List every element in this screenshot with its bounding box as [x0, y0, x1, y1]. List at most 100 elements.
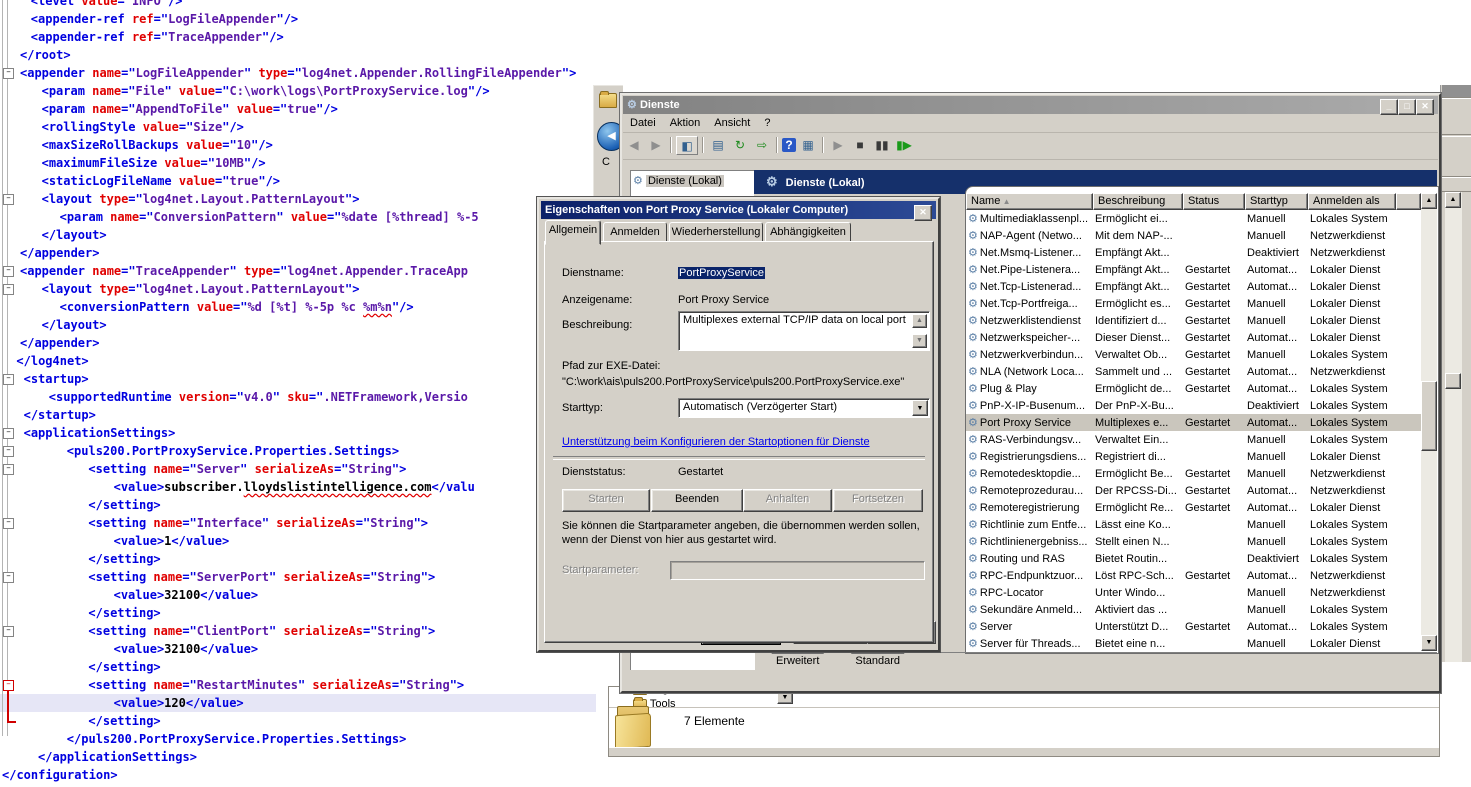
- menu-item-aktion[interactable]: Aktion: [663, 115, 708, 131]
- dialog-tab-allgemein[interactable]: Allgemein: [545, 220, 601, 245]
- code-line[interactable]: <setting name="RestartMinutes" serialize…: [0, 676, 596, 694]
- start-type-combobox[interactable]: Automatisch (Verzögerter Start) ▼: [678, 398, 930, 418]
- code-line[interactable]: </puls200.PortProxyService.Properties.Se…: [0, 730, 596, 748]
- fold-toggle-icon[interactable]: −: [3, 464, 14, 475]
- service-row[interactable]: ⚙Net.Msmq-Listener...Empfängt Akt...Deak…: [966, 244, 1421, 261]
- service-row[interactable]: ⚙Richtlinienergebniss...Stellt einen N..…: [966, 533, 1421, 550]
- view-tab-standard[interactable]: Standard: [841, 653, 914, 669]
- code-line[interactable]: <maximumFileSize value="10MB"/>: [0, 154, 596, 172]
- description-field[interactable]: Multiplexes external TCP/IP data on loca…: [678, 311, 930, 351]
- fold-toggle-icon[interactable]: −: [3, 446, 14, 457]
- code-line[interactable]: <appender-ref ref="TraceAppender"/>: [0, 28, 596, 46]
- code-line[interactable]: </applicationSettings>: [0, 748, 596, 766]
- fold-toggle-icon[interactable]: −: [3, 194, 14, 205]
- code-line[interactable]: <appender name="LogFileAppender" type="l…: [0, 64, 596, 82]
- starten-button[interactable]: Starten: [562, 489, 650, 512]
- column-header-status[interactable]: Status: [1183, 193, 1245, 210]
- service-row[interactable]: ⚙Server für Threads...Bietet eine n...Ma…: [966, 635, 1421, 652]
- code-line[interactable]: <value>1</value>: [0, 532, 596, 550]
- service-row[interactable]: ⚙Richtlinie zum Entfe...Lässt eine Ko...…: [966, 516, 1421, 533]
- service-row[interactable]: ⚙Port Proxy ServiceMultiplexes e...Gesta…: [966, 414, 1421, 431]
- code-line[interactable]: <rollingStyle value="Size"/>: [0, 118, 596, 136]
- code-line[interactable]: <puls200.PortProxyService.Properties.Set…: [0, 442, 596, 460]
- code-line[interactable]: <appender-ref ref="LogFileAppender"/>: [0, 10, 596, 28]
- code-line[interactable]: <layout type="log4net.Layout.PatternLayo…: [0, 280, 596, 298]
- code-line[interactable]: <value>32100</value>: [0, 640, 596, 658]
- service-row[interactable]: ⚙Net.Tcp-Listenerad...Empfängt Akt...Ges…: [966, 278, 1421, 295]
- start-service-icon[interactable]: ▶: [828, 136, 848, 154]
- code-line[interactable]: <setting name="ClientPort" serializeAs="…: [0, 622, 596, 640]
- fold-toggle-icon[interactable]: −: [3, 572, 14, 583]
- menu-item-datei[interactable]: Datei: [623, 115, 663, 131]
- code-line[interactable]: </root>: [0, 46, 596, 64]
- code-line[interactable]: <staticLogFileName value="true"/>: [0, 172, 596, 190]
- code-editor[interactable]: <level value="INFO"/><appender-ref ref="…: [0, 0, 596, 784]
- anhalten-button[interactable]: Anhalten: [743, 489, 832, 512]
- service-row[interactable]: ⚙Net.Tcp-Portfreiga...Ermöglicht es...Ge…: [966, 295, 1421, 312]
- stop-service-icon[interactable]: ■: [850, 136, 870, 154]
- code-line[interactable]: <param name="ConversionPattern" value="%…: [0, 208, 596, 226]
- column-header-starttyp[interactable]: Starttyp: [1245, 193, 1308, 210]
- column-header-filler[interactable]: [1396, 193, 1421, 210]
- code-line[interactable]: </setting>: [0, 496, 596, 514]
- code-line[interactable]: <maxSizeRollBackups value="10"/>: [0, 136, 596, 154]
- menu-item-[interactable]: ?: [757, 115, 777, 131]
- code-line[interactable]: <applicationSettings>: [0, 424, 596, 442]
- restart-service-icon[interactable]: ▮▶: [894, 136, 914, 154]
- dialog-close-icon[interactable]: ✕: [914, 205, 932, 221]
- description-scroll-down-icon[interactable]: ▼: [912, 334, 927, 348]
- code-line[interactable]: <conversionPattern value="%d [%t] %-5p %…: [0, 298, 596, 316]
- scroll-up-icon[interactable]: ▲: [1421, 193, 1437, 209]
- column-header-beschreibung[interactable]: Beschreibung: [1093, 193, 1183, 210]
- service-row[interactable]: ⚙PnP-X-IP-Busenum...Der PnP-X-Bu...Deakt…: [966, 397, 1421, 414]
- export-list-icon[interactable]: ⇨: [752, 136, 772, 154]
- code-line[interactable]: <value>120</value>: [0, 694, 596, 712]
- startup-options-help-link[interactable]: Unterstützung beim Konfigurieren der Sta…: [562, 436, 870, 448]
- column-header-anmeldenals[interactable]: Anmelden als: [1308, 193, 1396, 210]
- menu-item-ansicht[interactable]: Ansicht: [707, 115, 757, 131]
- forward-icon[interactable]: ▶: [646, 136, 666, 154]
- service-row[interactable]: ⚙Plug & PlayErmöglicht de...GestartetAut…: [966, 380, 1421, 397]
- service-row[interactable]: ⚙RPC-Endpunktzuor...Löst RPC-Sch...Gesta…: [966, 567, 1421, 584]
- code-line[interactable]: </setting>: [0, 712, 596, 730]
- code-line[interactable]: </setting>: [0, 604, 596, 622]
- code-line[interactable]: <startup>: [0, 370, 596, 388]
- service-row[interactable]: ⚙Netzwerkverbindun...Verwaltet Ob...Gest…: [966, 346, 1421, 363]
- properties-icon[interactable]: ▤: [708, 136, 728, 154]
- explorer-scrollbar[interactable]: ▲: [1445, 192, 1462, 662]
- code-line[interactable]: </startup>: [0, 406, 596, 424]
- service-row[interactable]: ⚙Registrierungsdiens...Registriert di...…: [966, 448, 1421, 465]
- explorer-scroll-up-icon[interactable]: ▲: [1445, 192, 1461, 208]
- refresh-icon[interactable]: ↻: [730, 136, 750, 154]
- close-button[interactable]: ✕: [1416, 99, 1434, 115]
- code-line[interactable]: </setting>: [0, 550, 596, 568]
- service-row[interactable]: ⚙NLA (Network Loca...Sammelt und ...Gest…: [966, 363, 1421, 380]
- service-row[interactable]: ⚙Remoteprozedurau...Der RPCSS-Di...Gesta…: [966, 482, 1421, 499]
- help-icon[interactable]: ?: [782, 138, 796, 152]
- code-line[interactable]: <level value="INFO"/>: [0, 0, 596, 10]
- service-row[interactable]: ⚙Net.Pipe-Listenera...Empfängt Akt...Ges…: [966, 261, 1421, 278]
- services-titlebar[interactable]: ⚙ Dienste _ □ ✕: [623, 96, 1438, 114]
- services-scrollbar[interactable]: ▲ ▼: [1421, 193, 1437, 651]
- pause-service-icon[interactable]: ▮▮: [872, 136, 892, 154]
- maximize-button[interactable]: □: [1398, 99, 1416, 115]
- code-line[interactable]: </layout>: [0, 316, 596, 334]
- service-row[interactable]: ⚙Multimediaklassenpl...Ermöglicht ei...M…: [966, 210, 1421, 227]
- code-line[interactable]: </setting>: [0, 658, 596, 676]
- code-line[interactable]: </appender>: [0, 244, 596, 262]
- extended-view-icon[interactable]: ▦: [798, 136, 818, 154]
- scroll-down-icon[interactable]: ▼: [1421, 635, 1437, 651]
- minimize-button[interactable]: _: [1380, 99, 1398, 115]
- view-tab-erweitert[interactable]: Erweitert: [762, 653, 833, 669]
- dialog-titlebar[interactable]: Eigenschaften von Port Proxy Service (Lo…: [541, 201, 936, 219]
- scroll-thumb[interactable]: [1421, 381, 1437, 451]
- fold-toggle-icon[interactable]: −: [3, 284, 14, 295]
- code-line[interactable]: </appender>: [0, 334, 596, 352]
- service-name-value[interactable]: PortProxyService: [678, 267, 765, 279]
- code-line[interactable]: <value>32100</value>: [0, 586, 596, 604]
- description-scroll-up-icon[interactable]: ▲: [912, 314, 927, 328]
- code-line[interactable]: <value>subscriber.lloydslistintelligence…: [0, 478, 596, 496]
- code-line[interactable]: <param name="AppendToFile" value="true"/…: [0, 100, 596, 118]
- code-line[interactable]: </layout>: [0, 226, 596, 244]
- service-row[interactable]: ⚙NAP-Agent (Netwo...Mit dem NAP-...Manue…: [966, 227, 1421, 244]
